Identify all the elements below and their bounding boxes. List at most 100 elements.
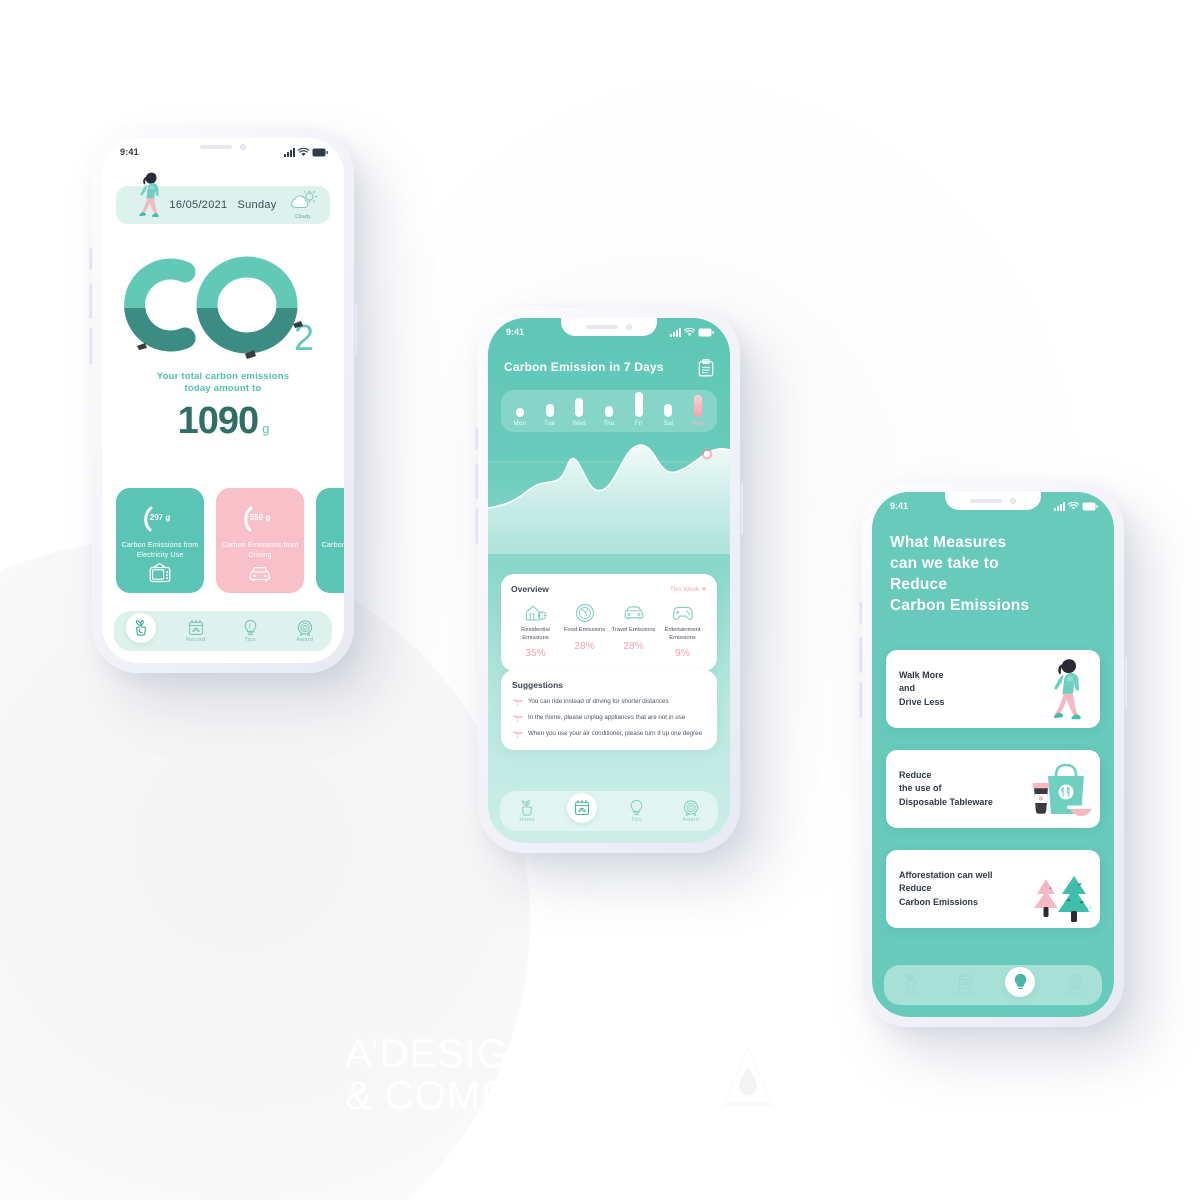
- phone2-power-button[interactable]: [740, 483, 743, 535]
- metric-card-driving[interactable]: 550 g Carbon Emissions from Driving: [216, 488, 304, 593]
- calendar-icon: [958, 973, 973, 989]
- phone1-volume-up-button[interactable]: [89, 283, 92, 319]
- headline-line-1: What Measures: [890, 534, 1007, 551]
- day-item-mon[interactable]: Mon: [508, 408, 532, 427]
- metric-card-row: 297 g Carbon Emissions from Electricity …: [116, 488, 344, 593]
- phone3-mute-button[interactable]: [859, 602, 862, 624]
- overview-label-travel: Travel Emissions: [611, 627, 656, 633]
- nav-item-record[interactable]: Record: [943, 973, 989, 997]
- phone2-volume-down-button[interactable]: [475, 508, 478, 544]
- phone3-volume-up-button[interactable]: [859, 637, 862, 673]
- nav-item-record[interactable]: Record: [173, 619, 219, 643]
- day-bar-sat: [664, 404, 673, 417]
- day-item-thu[interactable]: Thu: [597, 406, 621, 427]
- metric-card-electricity[interactable]: 297 g Carbon Emissions from Electricity …: [116, 488, 204, 593]
- cellular-signal-icon: [1054, 501, 1065, 511]
- phone3-volume-down-button[interactable]: [859, 682, 862, 718]
- nav-item-home[interactable]: Home: [504, 799, 550, 823]
- phone-mockup-record: 9:41 Carbon Emission in 7 Days Mon Tue W…: [475, 308, 743, 853]
- total-emissions-value: 1090 g: [102, 401, 344, 449]
- nav-item-award[interactable]: Award: [282, 620, 328, 643]
- phone3-bottom-nav: Home Record Award: [884, 965, 1102, 1005]
- headline-line-3: Reduce: [890, 576, 948, 593]
- tip-card-disposable-tableware[interactable]: Reduce the use of Disposable Tableware: [886, 750, 1100, 828]
- day-item-sun[interactable]: Sun: [686, 395, 710, 427]
- tip2-line-2: the use of: [899, 783, 942, 794]
- driving-title: Carbon Emissions from Driving: [221, 540, 299, 559]
- nav-item-home[interactable]: Home: [118, 612, 164, 643]
- medal-icon: [297, 620, 312, 636]
- tip1-line-1: Walk More: [899, 669, 944, 680]
- nav-item-tips[interactable]: Tips: [997, 966, 1043, 997]
- gamepad-icon: [672, 606, 693, 620]
- suggestion-text-3: When you use your air conditioner, pleas…: [528, 730, 703, 737]
- weather-widget[interactable]: Cloudy: [286, 190, 320, 220]
- headline-line-4: Carbon Emissions: [890, 597, 1030, 614]
- tip-card-afforestation[interactable]: Afforestation can well Reduce Carbon Emi…: [886, 850, 1100, 928]
- nav-item-record[interactable]: Record: [559, 792, 605, 823]
- overview-item-residential[interactable]: Residential Emissions 35%: [511, 602, 560, 659]
- day-label-sat: Sat: [663, 420, 674, 427]
- co2-logo-graphic: 2: [124, 256, 314, 359]
- record-list-button[interactable]: [698, 359, 714, 382]
- tip-card-walk-more[interactable]: Walk More and Drive Less: [886, 650, 1100, 728]
- phone3-power-button[interactable]: [1124, 657, 1127, 709]
- overview-range-selector[interactable]: This Week ▼: [670, 586, 707, 593]
- water-gauge: 189g: [333, 504, 344, 534]
- tip-text-2: Reduce the use of Disposable Tableware: [886, 769, 1022, 810]
- tip-text-1: Walk More and Drive Less: [886, 669, 1022, 710]
- metric-card-water[interactable]: 189g Carbon Emissions from Water: [316, 488, 344, 593]
- current-date: 16/05/2021: [169, 199, 228, 211]
- phone1-notch: [175, 138, 271, 156]
- sprout-icon: [136, 619, 147, 636]
- phone1-mute-button[interactable]: [89, 248, 92, 270]
- day-item-fri[interactable]: Fri: [627, 392, 651, 427]
- cellular-signal-icon: [670, 327, 681, 337]
- overview-header: Overview This Week ▼: [511, 584, 707, 594]
- day-label-mon: Mon: [513, 420, 527, 427]
- driving-value: 550 g: [249, 513, 271, 522]
- phone1-volume-down-button[interactable]: [89, 328, 92, 364]
- suggestion-text-1: You can ride instead of driving for shor…: [528, 698, 669, 705]
- phone1-power-button[interactable]: [354, 303, 357, 355]
- overview-item-travel[interactable]: Travel Emissions 28%: [609, 602, 658, 659]
- driving-gauge: 550 g: [233, 504, 287, 534]
- date-weather-bar[interactable]: 16/05/2021 Sunday Cloudy: [116, 172, 330, 224]
- total-number: 1090: [177, 400, 260, 442]
- week-day-selector: Mon Tue Wed Thu Fri Sat Sun: [501, 390, 717, 432]
- co2-hero: 2 Your total carbon emissions today amou…: [102, 250, 344, 449]
- trees-illustration: [1034, 876, 1092, 922]
- overview-item-food[interactable]: Food Emissions 28%: [560, 602, 609, 659]
- overview-item-entertainment[interactable]: Entertainment Emissions 9%: [658, 602, 707, 659]
- tip2-line-1: Reduce: [899, 769, 932, 780]
- overview-card: Overview This Week ▼ Residential Emissio…: [501, 574, 717, 671]
- nav-item-tips[interactable]: Tips: [227, 619, 273, 643]
- suggestions-heading: Suggestions: [512, 680, 564, 690]
- medal-icon: [1067, 974, 1082, 990]
- phone2-volume-up-button[interactable]: [475, 463, 478, 499]
- television-icon: [149, 563, 171, 583]
- day-item-sat[interactable]: Sat: [656, 404, 680, 427]
- page-headline: What Measures can we take to Reduce Carb…: [890, 532, 1098, 616]
- trees-art: [1022, 850, 1100, 928]
- day-item-wed[interactable]: Wed: [567, 398, 591, 427]
- nav-item-tips[interactable]: Tips: [613, 799, 659, 823]
- overview-range-label: This Week: [670, 585, 700, 593]
- earpiece-speaker: [200, 145, 232, 149]
- overview-label-food: Food Emissions: [563, 627, 606, 633]
- tip1-line-2: and: [899, 683, 916, 694]
- nav-item-award[interactable]: Award: [1052, 974, 1098, 997]
- leaf-sprig-icon: [512, 715, 523, 722]
- phone2-mute-button[interactable]: [475, 428, 478, 450]
- day-label-thu: Thu: [603, 420, 615, 427]
- day-item-tue[interactable]: Tue: [538, 404, 562, 427]
- headline-line-2: can we take to: [890, 555, 999, 572]
- nav-item-award[interactable]: Award: [668, 800, 714, 823]
- overview-pct-food: 28%: [574, 640, 595, 652]
- tip2-line-3: Disposable Tableware: [899, 796, 993, 807]
- walking-woman-icon: [139, 172, 159, 217]
- day-label-tue: Tue: [544, 420, 556, 427]
- walking-woman-art: [1022, 650, 1100, 728]
- nav-item-home[interactable]: Home: [888, 973, 934, 997]
- overview-pct-travel: 28%: [623, 640, 644, 652]
